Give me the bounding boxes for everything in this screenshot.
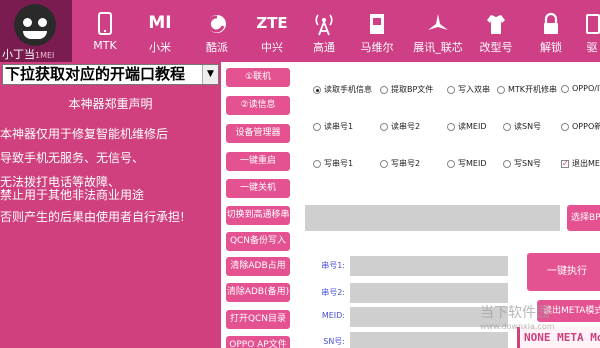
zte-icon: ZTE: [256, 14, 288, 32]
declaration-line: 本神器仅用于修复智能机维修后: [0, 127, 169, 141]
declaration-line: 否则产生的后果由使用者自行承担!: [0, 210, 185, 224]
imei1-input[interactable]: [350, 256, 508, 276]
declaration-title: 本神器郑重声明: [68, 97, 153, 111]
coolpad-icon: [187, 10, 247, 36]
radio-read-sn[interactable]: 读SN号: [503, 121, 541, 132]
app-logo: 小丁当1MEI: [0, 0, 72, 62]
radio-write-imei1[interactable]: 写串号1: [313, 158, 353, 169]
execute-button[interactable]: 一键执行: [527, 253, 600, 291]
declaration-line: 导致手机无服务、无信号、: [0, 151, 145, 165]
chip-icon: [347, 10, 407, 36]
port-tutorial-select[interactable]: 下拉获取对应的开端口教程 ▼: [2, 64, 219, 85]
switch-qualcomm-button[interactable]: 切换到高通移串: [226, 206, 290, 225]
sn-input[interactable]: [350, 332, 508, 348]
checkmark-icon[interactable]: ✓: [561, 159, 569, 168]
antenna-icon: [294, 10, 354, 36]
radio-dot[interactable]: [313, 122, 321, 131]
radio-read-imei1[interactable]: 读串号1: [313, 121, 353, 132]
radio-dot[interactable]: [313, 159, 321, 168]
mascot-icon: [14, 4, 56, 46]
nav-change-model[interactable]: 改型号: [466, 10, 526, 60]
radio-dot[interactable]: [497, 85, 505, 94]
logo-text: 小丁当1MEI: [2, 48, 55, 61]
radio-dot[interactable]: [503, 159, 511, 168]
nav-spreadtrum[interactable]: 展讯_联芯: [408, 10, 468, 60]
nav-xiaomi[interactable]: MI 小米: [130, 10, 190, 60]
watermark: 当下软件园 www.downxia.com: [480, 305, 555, 331]
radio-dot[interactable]: [503, 122, 511, 131]
top-toolbar: 小丁当1MEI MTK MI 小米 酷派 ZTE 中兴 高通 马维尔 展讯_联芯…: [0, 0, 600, 62]
connect-button[interactable]: ①联机: [226, 68, 290, 87]
nav-zte[interactable]: ZTE 中兴: [242, 10, 302, 60]
radio-mtk-boot-fix[interactable]: MTK开机修串: [497, 84, 557, 95]
imei1-label: 串号1:: [321, 261, 345, 270]
radio-extract-bp[interactable]: 提取BP文件: [380, 84, 433, 95]
qcn-backup-button[interactable]: QCN备份写入: [226, 232, 290, 251]
oppo-ap-button[interactable]: OPPO AP文件: [226, 336, 290, 348]
radio-read-meid[interactable]: 读MEID: [447, 121, 486, 132]
driver-icon: [572, 10, 600, 36]
read-info-button[interactable]: ②读信息: [226, 96, 290, 115]
radio-dot[interactable]: [447, 159, 455, 168]
open-qcn-dir-button[interactable]: 打开QCN目录: [226, 310, 290, 329]
radio-write-sn[interactable]: 写SN号: [503, 158, 541, 169]
declaration-line: 禁止用于其他非法商业用途: [0, 188, 145, 202]
chevron-down-icon[interactable]: ▼: [202, 65, 218, 84]
imei2-label: 串号2:: [321, 288, 345, 297]
nav-driver[interactable]: 驱: [572, 10, 600, 60]
radio-dot[interactable]: [447, 85, 455, 94]
radio-dot[interactable]: [447, 122, 455, 131]
radio-read-imei2[interactable]: 读串号2: [380, 121, 420, 132]
select-bp-button[interactable]: 选择BP文: [567, 205, 600, 231]
radio-oppo-it[interactable]: OPPO/IT: [561, 84, 600, 93]
device-manager-button[interactable]: 设备管理器: [226, 124, 290, 143]
shirt-icon: [466, 10, 526, 36]
mi-icon: MI: [148, 13, 172, 33]
shutdown-button[interactable]: 一键关机: [226, 179, 290, 198]
left-panel: 下拉获取对应的开端口教程 ▼ 本神器郑重声明 本神器仅用于修复智能机维修后 导致…: [0, 62, 221, 348]
radio-read-phone-info[interactable]: 读取手机信息: [313, 84, 372, 95]
nav-mtk[interactable]: MTK: [75, 10, 135, 60]
checkbox-exit-meta[interactable]: ✓退出META: [561, 158, 600, 169]
sn-label: SN号:: [323, 337, 345, 346]
radio-dot[interactable]: [561, 84, 569, 93]
reboot-button[interactable]: 一键重启: [226, 152, 290, 171]
meid-label: MEID:: [321, 311, 345, 320]
spreadtrum-icon: [408, 10, 468, 36]
clear-adb-button[interactable]: 清除ADB占用: [226, 257, 290, 276]
radio-dot[interactable]: [561, 122, 569, 131]
nav-coolpad[interactable]: 酷派: [187, 10, 247, 60]
radio-write-imei2[interactable]: 写串号2: [380, 158, 420, 169]
radio-dot[interactable]: [380, 159, 388, 168]
clear-adb-backup-button[interactable]: 清除ADB(备用): [226, 283, 290, 302]
nav-qualcomm[interactable]: 高通: [294, 10, 354, 60]
radio-dot[interactable]: [380, 122, 388, 131]
radio-oppo-new[interactable]: OPPO新款: [561, 121, 600, 132]
radio-dot[interactable]: [313, 85, 321, 94]
radio-write-dual[interactable]: 写入双串: [447, 84, 490, 95]
radio-dot[interactable]: [380, 85, 388, 94]
radio-write-meid[interactable]: 写MEID: [447, 158, 486, 169]
nav-marvell[interactable]: 马维尔: [347, 10, 407, 60]
phone-icon: [75, 10, 135, 36]
bp-file-path-field[interactable]: [305, 205, 560, 231]
imei2-input[interactable]: [350, 283, 508, 303]
